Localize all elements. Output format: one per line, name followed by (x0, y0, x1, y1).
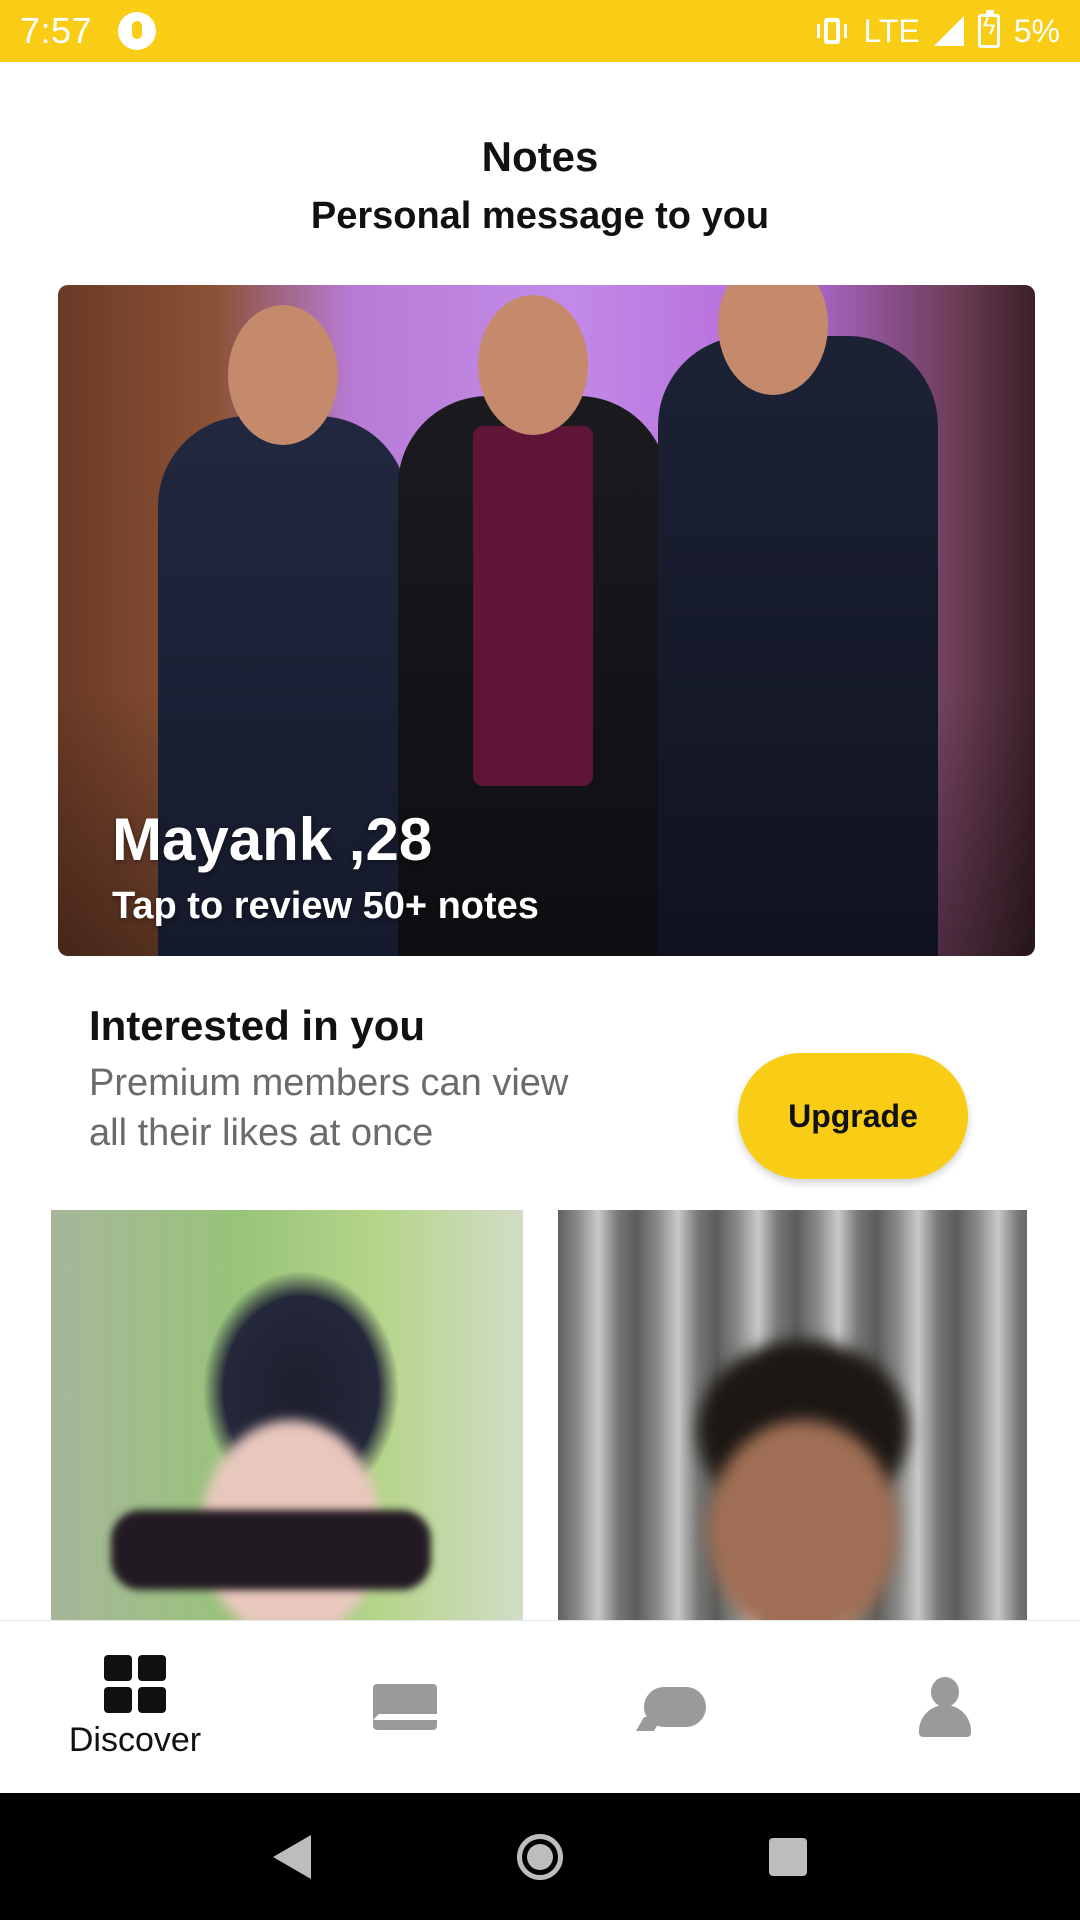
nav-item-messages[interactable] (270, 1621, 540, 1793)
interested-section: Interested in you Premium members can vi… (89, 1000, 689, 1158)
nav-label-discover: Discover (68, 1720, 202, 1759)
notes-profile-card[interactable]: Mayank ,28 Tap to review 50+ notes (58, 285, 1035, 956)
status-right: LTE 5% (815, 10, 1060, 50)
bottom-navigation: Discover (0, 1620, 1080, 1793)
network-type: LTE (863, 12, 920, 49)
photo-detail (111, 1510, 431, 1590)
page-header: Notes Personal message to you (0, 128, 1080, 246)
home-icon[interactable] (517, 1833, 563, 1880)
photo-figure (658, 336, 938, 956)
blurred-like-card[interactable] (558, 1210, 1027, 1620)
interested-description-line: Premium members can view (89, 1062, 569, 1104)
upgrade-button[interactable]: Upgrade (738, 1053, 968, 1179)
nav-item-discover[interactable]: Discover (0, 1621, 270, 1793)
grid-icon (104, 1654, 166, 1713)
mail-icon (373, 1684, 437, 1730)
profile-name-age: Mayank ,28 (112, 806, 433, 873)
battery-percent: 5% (1013, 12, 1060, 49)
page-subtitle: Personal message to you (310, 195, 770, 237)
photo-detail (478, 295, 588, 435)
nav-item-profile[interactable] (810, 1621, 1080, 1793)
chat-icon (644, 1687, 706, 1727)
blurred-like-card[interactable] (51, 1210, 523, 1620)
status-bar: 7:57 LTE 5% (0, 0, 1080, 62)
back-icon[interactable] (273, 1834, 311, 1879)
vibrate-icon (815, 16, 849, 46)
app-screen: 7:57 LTE 5% Notes Personal message to yo… (0, 0, 1080, 1920)
photo-detail (228, 305, 338, 445)
photo-detail (473, 426, 593, 786)
page-title: Notes (481, 133, 599, 180)
recents-icon[interactable] (769, 1837, 807, 1876)
status-left: 7:57 (20, 10, 157, 52)
profile-icon (917, 1677, 973, 1737)
interested-description-line: all their likes at once (89, 1112, 434, 1154)
battery-charging-icon (977, 10, 1000, 48)
interested-title: Interested in you (89, 1002, 426, 1049)
app-notification-icon (118, 12, 157, 50)
photo-figure (158, 416, 408, 956)
status-time: 7:57 (20, 10, 93, 51)
signal-icon (933, 16, 964, 46)
nav-item-chat[interactable] (540, 1621, 810, 1793)
system-navigation-bar (0, 1793, 1080, 1920)
review-notes-text: Tap to review 50+ notes (112, 885, 539, 927)
interested-description: Premium members can view all their likes… (89, 1058, 689, 1158)
